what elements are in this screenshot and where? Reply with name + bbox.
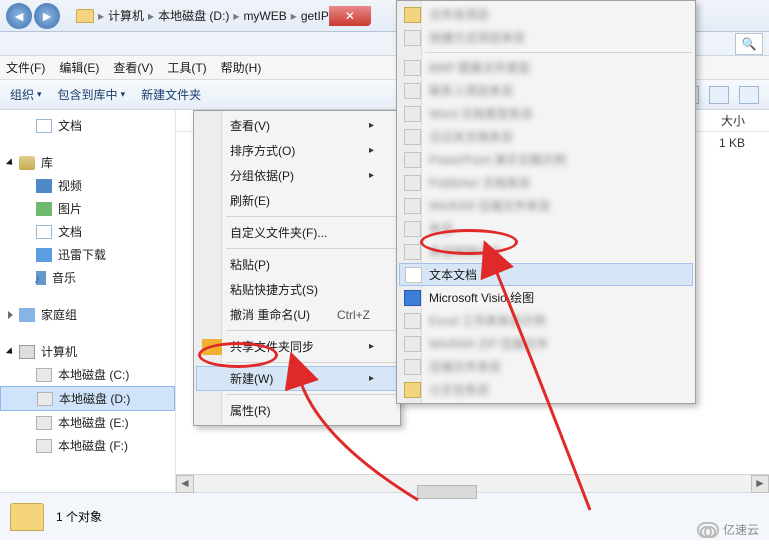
menu-edit[interactable]: 编辑(E) <box>59 59 99 76</box>
sidebar-item-disk-f[interactable]: 本地磁盘 (F:) <box>0 434 175 457</box>
help-icon[interactable] <box>739 86 759 104</box>
window-controls: ✕ <box>329 6 371 26</box>
status-count: 1 个对象 <box>56 508 102 525</box>
new-text-document[interactable]: 文本文档 <box>399 263 693 286</box>
sidebar-item-disk-c[interactable]: 本地磁盘 (C:) <box>0 363 175 386</box>
organize-button[interactable]: 组织▾ <box>10 86 42 103</box>
sidebar: 文档 库 视频 图片 文档 迅雷下载 音乐 家庭组 计算机 本地磁盘 (C:) … <box>0 110 176 492</box>
new-item[interactable]: Publisher 文档条目 <box>399 171 693 194</box>
ctx-customize[interactable]: 自定义文件夹(F)... <box>196 220 398 245</box>
crumb-folder2[interactable]: getIP <box>301 9 329 23</box>
ctx-sort[interactable]: 排序方式(O)▸ <box>196 138 398 163</box>
sidebar-item-disk-e[interactable]: 本地磁盘 (E:) <box>0 411 175 434</box>
menu-help[interactable]: 帮助(H) <box>221 59 262 76</box>
horizontal-scrollbar[interactable]: ◄► <box>176 474 769 492</box>
menu-file[interactable]: 文件(F) <box>6 59 45 76</box>
sidebar-item-thunder[interactable]: 迅雷下载 <box>0 243 175 266</box>
search-button[interactable]: 🔍 <box>735 33 763 55</box>
ctx-refresh[interactable]: 刷新(E) <box>196 188 398 213</box>
ctx-properties[interactable]: 属性(R) <box>196 398 398 423</box>
sidebar-item-doc[interactable]: 文档 <box>0 114 175 137</box>
sidebar-item-homegroup[interactable]: 家庭组 <box>0 303 175 326</box>
new-item[interactable]: 条目样例文本 <box>399 240 693 263</box>
cloud-icon <box>697 522 719 538</box>
new-item[interactable]: WinRAR 压缩文件条目 <box>399 194 693 217</box>
sidebar-item-music[interactable]: 音乐 <box>0 266 175 289</box>
ctx-sync[interactable]: 共享文件夹同步▸ <box>196 334 398 359</box>
ctx-paste-shortcut[interactable]: 粘贴快捷方式(S) <box>196 277 398 302</box>
col-size[interactable]: 大小 <box>703 112 763 129</box>
nav-forward-button[interactable]: ► <box>34 3 60 29</box>
preview-icon[interactable] <box>709 86 729 104</box>
new-item[interactable]: PowerPoint 演示文稿示例 <box>399 148 693 171</box>
new-item[interactable]: 快捷方式项目条目 <box>399 26 693 49</box>
new-visio[interactable]: Microsoft Visio 绘图 <box>399 286 693 309</box>
new-item[interactable]: 压缩文件条目 <box>399 355 693 378</box>
crumb-folder1[interactable]: myWEB <box>243 9 286 23</box>
ctx-paste[interactable]: 粘贴(P) <box>196 252 398 277</box>
new-item[interactable]: WinRAR ZIP 压缩文件 <box>399 332 693 355</box>
sidebar-item-disk-d[interactable]: 本地磁盘 (D:) <box>0 386 175 411</box>
breadcrumb[interactable]: ▸ 计算机 ▸ 本地磁盘 (D:) ▸ myWEB ▸ getIP <box>76 7 329 24</box>
folder-icon <box>10 503 44 531</box>
watermark: 亿速云 <box>697 521 759 538</box>
new-item[interactable]: 公文包条目 <box>399 378 693 401</box>
crumb-drive[interactable]: 本地磁盘 (D:) <box>158 7 229 24</box>
sidebar-item-docs[interactable]: 文档 <box>0 220 175 243</box>
folder-icon <box>76 9 94 23</box>
menu-tools[interactable]: 工具(T) <box>167 59 206 76</box>
new-item[interactable]: 条目 <box>399 217 693 240</box>
ctx-undo[interactable]: 撤消 重命名(U)Ctrl+Z <box>196 302 398 327</box>
close-button[interactable]: ✕ <box>329 6 371 26</box>
new-item[interactable]: 文件夹项目 <box>399 3 693 26</box>
ctx-group[interactable]: 分组依据(P)▸ <box>196 163 398 188</box>
sidebar-item-video[interactable]: 视频 <box>0 174 175 197</box>
new-item[interactable]: 联系人项目条目 <box>399 79 693 102</box>
status-bar: 1 个对象 <box>0 492 769 540</box>
ctx-view[interactable]: 查看(V)▸ <box>196 113 398 138</box>
ctx-new[interactable]: 新建(W)▸ <box>196 366 398 391</box>
new-submenu: 文件夹项目 快捷方式项目条目 BMP 图像文件类型 联系人项目条目 Word 文… <box>396 0 696 404</box>
menu-view[interactable]: 查看(V) <box>113 59 153 76</box>
new-item[interactable]: 日记本文档条目 <box>399 125 693 148</box>
include-button[interactable]: 包含到库中▾ <box>58 86 126 103</box>
sidebar-item-lib[interactable]: 库 <box>0 151 175 174</box>
sidebar-item-pic[interactable]: 图片 <box>0 197 175 220</box>
crumb-computer[interactable]: 计算机 <box>108 7 144 24</box>
context-menu: 查看(V)▸ 排序方式(O)▸ 分组依据(P)▸ 刷新(E) 自定义文件夹(F)… <box>193 110 401 426</box>
new-item[interactable]: Word 文档类型条目 <box>399 102 693 125</box>
newfolder-button[interactable]: 新建文件夹 <box>141 86 201 103</box>
sidebar-item-computer[interactable]: 计算机 <box>0 340 175 363</box>
new-item[interactable]: BMP 图像文件类型 <box>399 56 693 79</box>
nav-back-button[interactable]: ◄ <box>6 3 32 29</box>
new-item[interactable]: Excel 工作表条目示例 <box>399 309 693 332</box>
